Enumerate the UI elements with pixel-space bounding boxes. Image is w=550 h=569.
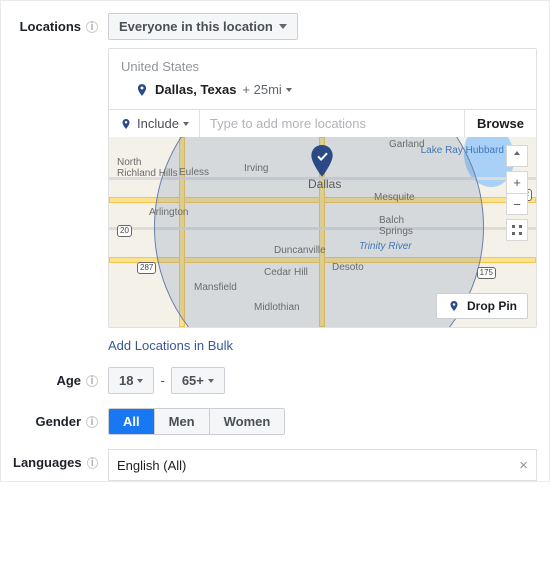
map-city: Irving xyxy=(244,163,268,174)
age-max-dropdown[interactable]: 65+ xyxy=(171,367,225,394)
map-city-main: Dallas xyxy=(308,177,341,191)
pin-icon xyxy=(447,299,461,313)
languages-row: Languages i English (All) × xyxy=(13,449,537,481)
map-city: Mansfield xyxy=(194,282,237,293)
location-item[interactable]: Dallas, Texas + 25mi xyxy=(121,80,524,107)
info-icon[interactable]: i xyxy=(86,21,98,33)
drop-pin-button[interactable]: Drop Pin xyxy=(436,293,528,319)
chevron-down-icon xyxy=(286,88,292,92)
chevron-down-icon xyxy=(183,122,189,126)
city-name: Dallas, Texas xyxy=(155,82,236,97)
radius-dropdown[interactable]: + 25mi xyxy=(242,82,291,97)
clear-icon[interactable]: × xyxy=(519,457,528,474)
highway-shield: 20 xyxy=(117,225,132,237)
highway-shield: 175 xyxy=(477,267,496,279)
locations-panel: United States Dallas, Texas + 25mi xyxy=(108,48,537,328)
country-label: United States xyxy=(121,59,524,74)
chevron-down-icon xyxy=(279,24,287,29)
age-row: Age i 18 - 65+ xyxy=(13,367,537,394)
chevron-down-icon xyxy=(208,379,214,383)
info-icon[interactable]: i xyxy=(86,416,98,428)
highway-shield: 287 xyxy=(137,262,156,274)
language-chip: English (All) xyxy=(117,458,186,473)
location-scope-dropdown[interactable]: Everyone in this location xyxy=(108,13,298,40)
map-city: Garland xyxy=(389,139,425,150)
age-min-dropdown[interactable]: 18 xyxy=(108,367,154,394)
gender-all-button[interactable]: All xyxy=(109,409,154,434)
map-city: North Richland Hills xyxy=(117,157,178,179)
age-label: Age i xyxy=(13,367,108,388)
map-city: Desoto xyxy=(332,262,364,273)
map-city: Arlington xyxy=(149,207,188,218)
map-fullscreen-button[interactable] xyxy=(506,219,528,241)
map-city: Balch Springs xyxy=(379,215,413,237)
gender-men-button[interactable]: Men xyxy=(154,409,209,434)
gender-label: Gender i xyxy=(13,408,108,429)
add-locations-bulk-link[interactable]: Add Locations in Bulk xyxy=(108,328,233,353)
map-city: Mesquite xyxy=(374,192,415,203)
locations-row: Locations i Everyone in this location Un… xyxy=(13,13,537,353)
info-icon[interactable]: i xyxy=(87,457,98,469)
map-zoom-out-button[interactable]: − xyxy=(506,193,528,215)
browse-button[interactable]: Browse xyxy=(464,110,536,137)
gender-row: Gender i All Men Women xyxy=(13,408,537,435)
map-canvas[interactable]: Lake Ray Hubbard Dallas North Richland H… xyxy=(109,137,536,327)
include-dropdown[interactable]: Include xyxy=(109,110,200,137)
pin-icon xyxy=(119,117,133,131)
map-city: Duncanville xyxy=(274,245,326,256)
gender-women-button[interactable]: Women xyxy=(209,409,285,434)
map-city: Midlothian xyxy=(254,302,300,313)
languages-input[interactable]: English (All) × xyxy=(108,449,537,481)
location-scope-label: Everyone in this location xyxy=(119,19,273,34)
languages-label: Languages i xyxy=(13,449,108,470)
locations-label: Locations i xyxy=(13,13,108,34)
age-separator: - xyxy=(160,373,164,388)
info-icon[interactable]: i xyxy=(86,375,98,387)
map-city: Cedar Hill xyxy=(264,267,308,278)
map-recenter-button[interactable] xyxy=(506,145,528,167)
chevron-down-icon xyxy=(137,379,143,383)
center-pin-icon[interactable] xyxy=(309,145,333,169)
pin-icon xyxy=(135,83,149,97)
river-label: Trinity River xyxy=(359,241,412,252)
map-zoom-in-button[interactable]: + xyxy=(506,171,528,193)
map-city: Euless xyxy=(179,167,209,178)
gender-segmented: All Men Women xyxy=(108,408,285,435)
location-search-input[interactable] xyxy=(200,110,464,137)
